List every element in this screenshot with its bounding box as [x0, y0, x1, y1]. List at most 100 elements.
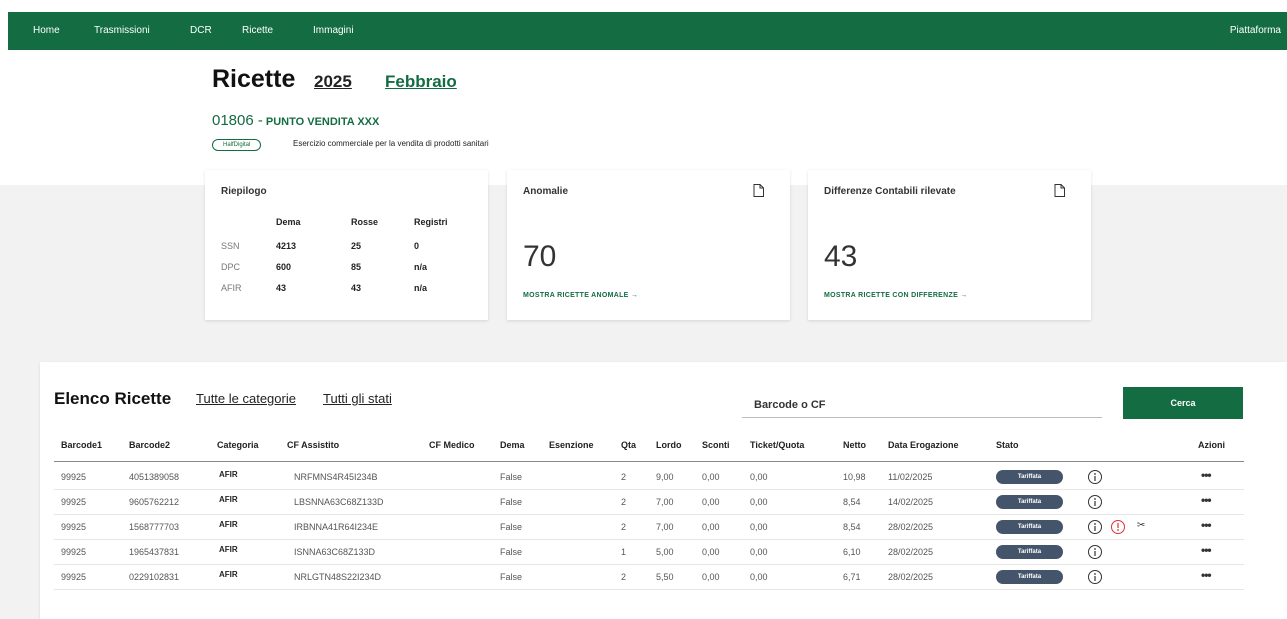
cell-cf-assistito: NRLGTN48S22I234D: [294, 572, 382, 582]
info-icon[interactable]: [1087, 544, 1103, 560]
cell-data: 28/02/2025: [888, 547, 934, 557]
col-ticket-quota: Ticket/Quota: [750, 440, 805, 450]
col-cf-medico: CF Medico: [429, 440, 475, 450]
riepilogo-value: n/a: [414, 262, 428, 272]
cell-cf-assistito: IRBNNA41R64I234E: [294, 522, 379, 532]
differenze-card: Differenze Contabili rilevate 43 MOSTRA …: [808, 170, 1091, 320]
col-dema: Dema: [500, 440, 525, 450]
nav-home[interactable]: Home: [33, 25, 60, 36]
cell-categoria: AFIR: [219, 545, 238, 554]
col-cf-assistito: CF Assistito: [287, 440, 340, 450]
header-area: [0, 50, 1287, 185]
table-row[interactable]: 99925 1568777703 AFIR IRBNNA41R64I234E False…: [54, 515, 1244, 540]
riepilogo-value: 25: [351, 241, 362, 251]
status-badge: Tariffata: [996, 570, 1063, 584]
riepilogo-value: 600: [276, 262, 292, 272]
category-filter[interactable]: Tutte le categorie: [196, 391, 296, 406]
cell-barcode2: 0229102831: [129, 572, 180, 582]
riepilogo-value: 0: [414, 241, 420, 251]
cell-data: 11/02/2025: [888, 472, 933, 482]
table-header-divider: [54, 461, 1244, 462]
cell-ticket: 0,00: [750, 547, 768, 557]
cell-barcode2: 1568777703: [129, 522, 180, 532]
riepilogo-col-dema: Dema: [276, 217, 301, 227]
riepilogo-value: n/a: [414, 283, 428, 293]
year-selector[interactable]: 2025: [314, 72, 352, 92]
alert-icon[interactable]: [1110, 519, 1126, 535]
cell-sconti: 0,00: [702, 472, 720, 482]
cell-data: 14/02/2025: [888, 497, 934, 507]
status-badge: Tariffata: [996, 495, 1063, 509]
cell-barcode1: 99925: [61, 572, 87, 582]
cell-sconti: 0,00: [702, 572, 720, 582]
cell-categoria: AFIR: [219, 520, 238, 529]
col-azioni: Azioni: [1198, 440, 1225, 450]
col-qta: Qta: [621, 440, 637, 450]
cell-barcode2: 9605762212: [129, 497, 180, 507]
cell-lordo: 9,00: [656, 472, 674, 482]
table-row[interactable]: 99925 9605762212 AFIR LBSNNA63C68Z133D False…: [54, 490, 1244, 515]
document-icon[interactable]: [1054, 184, 1065, 197]
more-actions-icon[interactable]: •••: [1201, 518, 1212, 532]
cell-cf-assistito: NRFMNS4R45I234B: [294, 472, 378, 482]
month-selector[interactable]: Febbraio: [385, 72, 457, 92]
col-netto: Netto: [843, 440, 866, 450]
search-button[interactable]: Cerca: [1123, 387, 1243, 419]
nav-piattaforma[interactable]: Piattaforma: [1230, 25, 1281, 36]
nav-ricette[interactable]: Ricette: [242, 25, 273, 36]
nav-trasmissioni[interactable]: Trasmissioni: [94, 25, 150, 36]
info-icon[interactable]: [1087, 569, 1103, 585]
status-filter[interactable]: Tutti gli stati: [323, 391, 392, 406]
status-badge: Tariffata: [996, 470, 1063, 484]
cell-ticket: 0,00: [750, 497, 768, 507]
cell-netto: 6,10: [843, 547, 861, 557]
top-navbar: Home Trasmissioni DCR Ricette Immagini P…: [8, 12, 1287, 50]
store-heading: 01806 - PUNTO VENDITA XXX: [212, 112, 379, 129]
cell-dema: False: [500, 572, 523, 582]
nav-immagini[interactable]: Immagini: [313, 25, 354, 36]
scissors-icon[interactable]: ✂: [1137, 520, 1145, 531]
document-icon[interactable]: [753, 184, 764, 197]
status-badge: Tariffata: [996, 545, 1063, 559]
cell-sconti: 0,00: [702, 547, 720, 557]
more-actions-icon[interactable]: •••: [1201, 568, 1212, 582]
cell-categoria: AFIR: [219, 495, 238, 504]
cell-dema: False: [500, 547, 523, 557]
cell-sconti: 0,00: [702, 522, 720, 532]
cell-cf-assistito: LBSNNA63C68Z133D: [294, 497, 384, 507]
table-row[interactable]: 99925 0229102831 AFIR NRLGTN48S22I234D False…: [54, 565, 1244, 590]
cell-barcode1: 99925: [61, 522, 87, 532]
cell-categoria: AFIR: [219, 470, 238, 479]
anomalie-link[interactable]: MOSTRA RICETTE ANOMALE →: [523, 292, 638, 299]
col-esenzione: Esenzione: [549, 440, 594, 450]
info-icon[interactable]: [1087, 469, 1103, 485]
cell-cf-assistito: ISNNA63C68Z133D: [294, 547, 376, 557]
page-title: Ricette: [212, 65, 296, 93]
more-actions-icon[interactable]: •••: [1201, 468, 1212, 482]
cell-qta: 2: [621, 497, 627, 507]
anomalie-card: Anomalie 70 MOSTRA RICETTE ANOMALE →: [507, 170, 790, 320]
search-input[interactable]: [742, 392, 1102, 418]
anomalie-count: 70: [523, 240, 557, 273]
table-row[interactable]: 99925 4051389058 AFIR NRFMNS4R45I234B False 2…: [54, 465, 1244, 490]
cell-barcode1: 99925: [61, 547, 87, 557]
table-row[interactable]: 99925 1965437831 AFIR ISNNA63C68Z133D False 1…: [54, 540, 1244, 565]
more-actions-icon[interactable]: •••: [1201, 543, 1212, 557]
store-code: 01806 -: [212, 112, 263, 129]
differenze-link[interactable]: MOSTRA RICETTE CON DIFFERENZE →: [824, 292, 968, 299]
cell-lordo: 7,00: [656, 522, 674, 532]
cell-qta: 2: [621, 572, 627, 582]
more-actions-icon[interactable]: •••: [1201, 493, 1212, 507]
list-title: Elenco Ricette: [54, 389, 172, 408]
info-icon[interactable]: [1087, 519, 1103, 535]
riepilogo-header-row: Dema Rosse Registri: [221, 217, 481, 233]
riepilogo-row-ssn: SSN 4213 25 0: [221, 241, 481, 257]
riepilogo-value: 85: [351, 262, 362, 272]
col-sconti: Sconti: [702, 440, 730, 450]
cell-sconti: 0,00: [702, 497, 720, 507]
cell-data: 28/02/2025: [888, 572, 934, 582]
cell-netto: 10,98: [843, 472, 866, 482]
info-icon[interactable]: [1087, 494, 1103, 510]
riepilogo-value: 4213: [276, 241, 297, 251]
nav-dcr[interactable]: DCR: [190, 25, 212, 36]
